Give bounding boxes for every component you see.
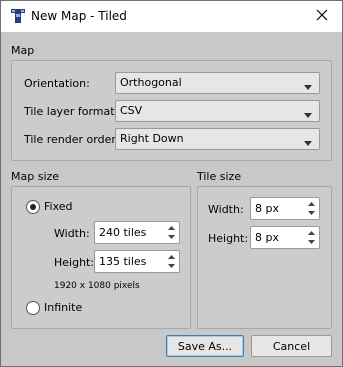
orientation-value: Orthogonal [120, 76, 182, 89]
spin-down-icon[interactable] [304, 209, 318, 219]
layer-format-label: Tile layer format: [24, 105, 119, 118]
chevron-down-icon [304, 80, 312, 93]
tile-width-value: 8 px [255, 202, 279, 215]
close-icon [316, 9, 328, 24]
infinite-radio[interactable] [26, 301, 40, 315]
tile-width-label: Width: [208, 203, 244, 216]
orientation-label: Orientation: [24, 77, 90, 90]
tile-height-spinbox[interactable]: 8 px [250, 226, 320, 249]
layer-format-value: CSV [120, 104, 143, 117]
map-width-label: Width: [54, 227, 90, 240]
fixed-radio[interactable] [26, 200, 40, 214]
save-as-button[interactable]: Save As... [166, 335, 244, 357]
tile-size-section-label: Tile size [197, 170, 242, 183]
spin-up-icon[interactable] [304, 199, 318, 209]
spin-down-icon[interactable] [304, 238, 318, 248]
map-height-spinbox[interactable]: 135 tiles [94, 250, 180, 273]
spin-down-icon[interactable] [164, 262, 178, 272]
infinite-label: Infinite [44, 301, 83, 314]
render-order-value: Right Down [120, 132, 184, 145]
spin-up-icon[interactable] [164, 223, 178, 233]
tiled-app-icon [10, 8, 26, 24]
layer-format-select[interactable]: CSV [115, 100, 320, 122]
tile-height-value: 8 px [255, 231, 279, 244]
title-bar: New Map - Tiled [1, 1, 342, 32]
spin-up-icon[interactable] [164, 252, 178, 262]
render-order-select[interactable]: Right Down [115, 128, 320, 150]
spin-up-icon[interactable] [304, 228, 318, 238]
tile-height-label: Height: [208, 232, 249, 245]
fixed-label: Fixed [44, 200, 73, 213]
window-title: New Map - Tiled [31, 9, 127, 23]
new-map-dialog: New Map - Tiled Map Orientation: Orthogo… [0, 0, 343, 367]
tile-width-spinbox[interactable]: 8 px [250, 197, 320, 220]
map-section-label: Map [11, 44, 35, 57]
spin-down-icon[interactable] [164, 233, 178, 243]
render-order-label: Tile render order: [24, 133, 120, 146]
chevron-down-icon [304, 136, 312, 149]
map-size-section-label: Map size [11, 170, 60, 183]
cancel-button[interactable]: Cancel [251, 335, 332, 357]
pixel-size-readout: 1920 x 1080 pixels [54, 281, 140, 291]
map-width-spinbox[interactable]: 240 tiles [94, 221, 180, 244]
chevron-down-icon [304, 108, 312, 121]
map-height-label: Height: [54, 256, 95, 269]
close-button[interactable] [302, 1, 342, 32]
map-width-value: 240 tiles [99, 226, 147, 239]
map-height-value: 135 tiles [99, 255, 147, 268]
orientation-select[interactable]: Orthogonal [115, 72, 320, 94]
